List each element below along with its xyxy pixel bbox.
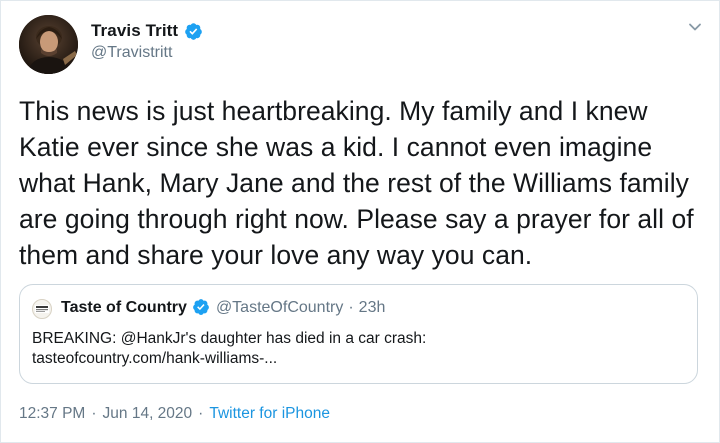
quoted-author-logo — [35, 305, 49, 313]
quoted-handle: @TasteOfCountry — [215, 298, 344, 316]
quoted-tweet[interactable]: Taste of Country @TasteOfCountry · 23h B… — [19, 284, 698, 384]
chevron-down-icon[interactable] — [687, 19, 703, 35]
verified-badge-icon — [184, 22, 203, 41]
meta-separator: · — [91, 405, 97, 422]
quoted-author-avatar — [32, 299, 52, 319]
author-avatar-image — [19, 15, 78, 74]
quoted-verified-badge-icon — [192, 298, 211, 317]
quoted-text-line: tasteofcountry.com/hank-williams-... — [32, 350, 278, 367]
quoted-tweet-text: BREAKING: @HankJr's daughter has died in… — [32, 329, 682, 369]
tweet-time[interactable]: 12:37 PM — [19, 405, 85, 423]
quoted-text-line: BREAKING: @HankJr's daughter has died in… — [32, 330, 427, 347]
author-display-name[interactable]: Travis Tritt — [91, 21, 178, 41]
tweet-date[interactable]: Jun 14, 2020 — [103, 405, 193, 423]
tweet-source-link[interactable]: Twitter for iPhone — [209, 405, 330, 423]
quoted-separator: · — [348, 298, 354, 316]
author-name-row: Travis Tritt — [91, 21, 203, 41]
tweet-text: This news is just heartbreaking. My fami… — [19, 96, 694, 270]
author-handle[interactable]: @Travistritt — [91, 44, 172, 62]
tweet-meta: 12:37 PM · Jun 14, 2020 · Twitter for iP… — [19, 405, 330, 423]
tweet-card: Travis Tritt @Travistritt This news is j… — [0, 0, 720, 443]
quoted-tweet-header: Taste of Country @TasteOfCountry · 23h — [61, 298, 385, 317]
author-avatar[interactable] — [19, 15, 78, 74]
quoted-display-name: Taste of Country — [61, 298, 187, 316]
quoted-age: 23h — [358, 298, 386, 316]
meta-separator: · — [198, 405, 204, 422]
